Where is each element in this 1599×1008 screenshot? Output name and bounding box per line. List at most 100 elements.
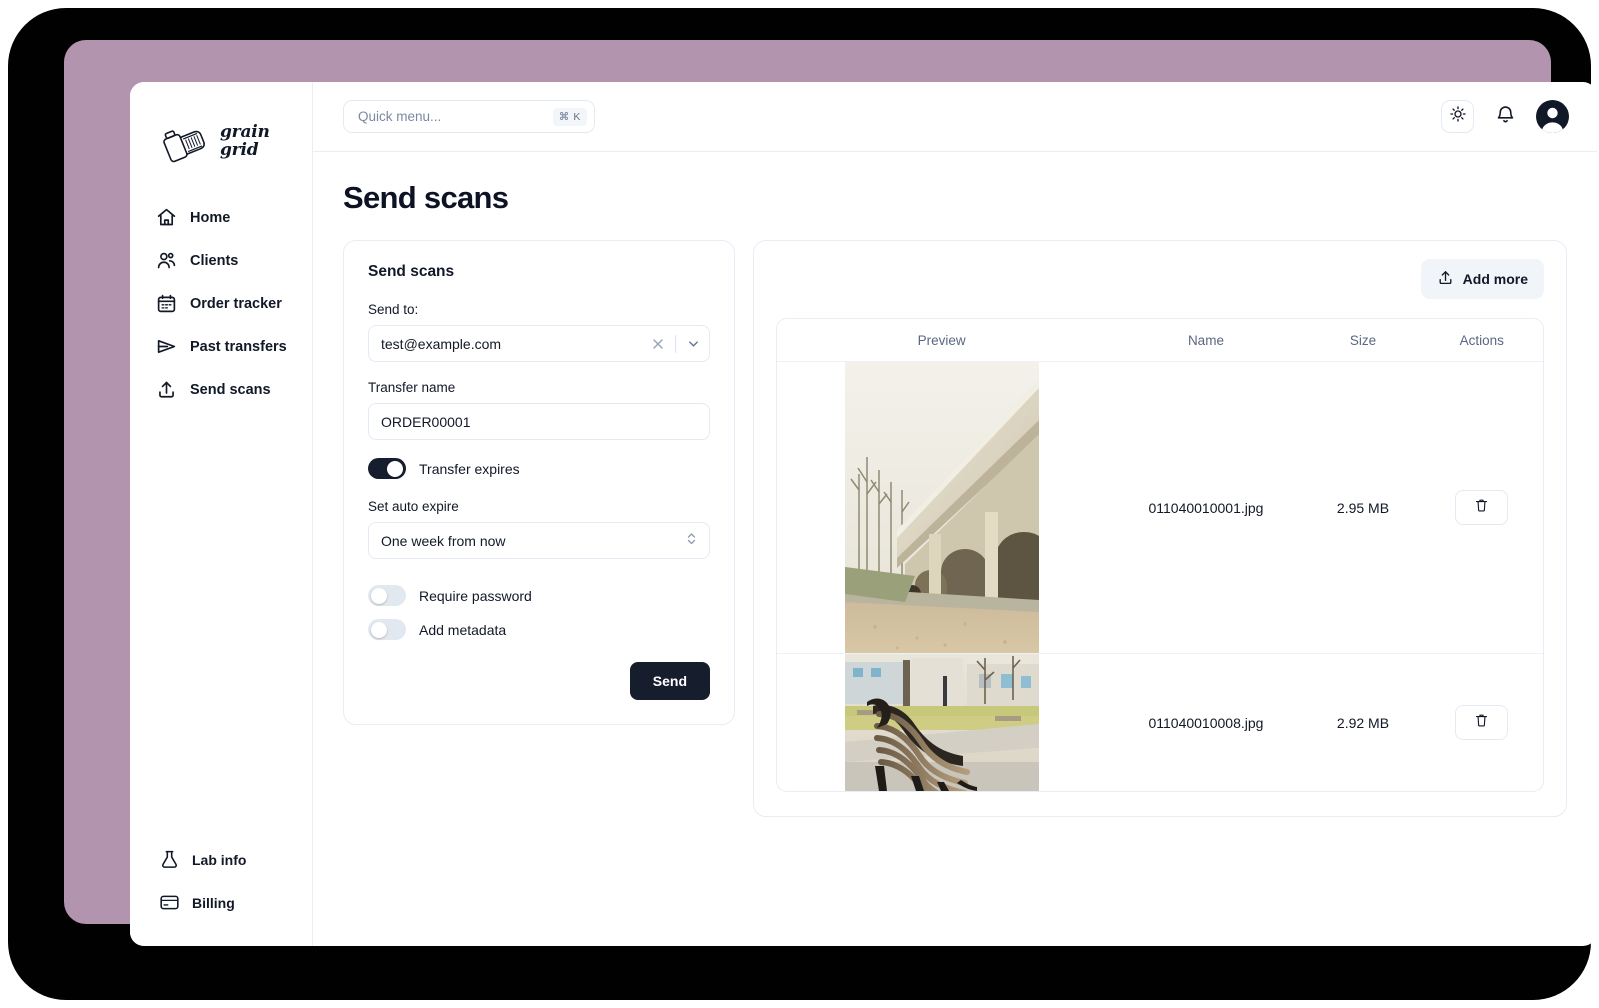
sidebar-item-label: Billing [192,894,235,911]
page-content: Send scans Send scans Send to: test@exam… [313,152,1597,946]
add-more-label: Add more [1462,271,1528,287]
device-bezel: grain grid Home Clients Order tracker Pa… [8,8,1597,1000]
transfer-name-label: Transfer name [368,380,456,395]
files-table-body: 011040010001.jpg 2.95 MB 011040010008.jp… [777,362,1543,791]
field-divider [675,334,676,353]
auto-expire-label: Set auto expire [368,499,459,514]
files-toolbar: Add more [776,259,1544,299]
trash-icon [1474,497,1489,518]
calendar-icon [156,293,177,314]
column-header-name: Name [1106,319,1306,362]
sidebar-item-label: Home [190,209,231,226]
sidebar-nav: Home Clients Order tracker Past transfer… [130,196,312,411]
sidebar-item-label: Order tracker [190,295,282,312]
require-password-toggle[interactable] [368,585,406,606]
main-area: Quick menu... ⌘ K Send scans Send scans … [313,82,1597,946]
user-avatar [1541,107,1564,133]
transfer-expires-row: Transfer expires [368,458,710,479]
sidebar-item-label: Past transfers [190,338,287,355]
brand-name-line2: grid [220,140,259,160]
files-table: Preview Name Size Actions 011040010001.j… [777,319,1543,791]
device-frame-band: grain grid Home Clients Order tracker Pa… [64,40,1597,946]
content-columns: Send scans Send to: test@example.com Tra… [343,240,1567,817]
brand-logo[interactable]: grain grid [130,98,312,178]
send-to-field[interactable]: test@example.com [368,325,710,362]
sidebar-item-label: Lab info [192,851,247,868]
auto-expire-select[interactable]: One week from now [368,522,710,559]
send-plane-icon [156,336,177,357]
file-preview-cell [777,362,1106,654]
film-canister-icon [156,114,214,168]
column-header-preview: Preview [777,319,1107,362]
file-thumbnail[interactable] [844,654,1039,791]
sidebar-item-order-tracker[interactable]: Order tracker [130,282,312,325]
send-to-label: Send to: [368,302,419,317]
chevron-down-icon[interactable] [683,334,703,354]
credit-card-icon [159,892,180,913]
file-actions-cell [1420,362,1543,654]
upload-icon [1437,269,1454,289]
files-table-wrapper: Preview Name Size Actions 011040010001.j… [776,318,1544,792]
transfer-name-value: ORDER00001 [381,413,471,430]
form-actions: Send [368,662,710,700]
app-window: grain grid Home Clients Order tracker Pa… [130,82,1597,946]
topbar-actions [1441,100,1569,133]
brand-name: grain grid [220,123,270,159]
file-size: 2.95 MB [1336,499,1390,516]
table-row: 011040010008.jpg 2.92 MB [777,653,1543,791]
add-metadata-toggle[interactable] [368,619,406,640]
file-name: 011040010001.jpg [1148,499,1264,516]
file-preview-cell [777,653,1107,791]
transfer-expires-label: Transfer expires [419,460,520,477]
form-gap [368,559,710,585]
transfer-expires-toggle[interactable] [368,458,406,479]
send-to-value: test@example.com [381,335,502,352]
bell-icon [1495,104,1516,130]
brand-name-line1: grain [220,122,270,142]
table-row: 011040010001.jpg 2.95 MB [777,362,1543,654]
sidebar-item-send-scans[interactable]: Send scans [130,368,312,411]
search-placeholder: Quick menu... [358,109,442,124]
avatar[interactable] [1536,100,1569,133]
sidebar: grain grid Home Clients Order tracker Pa… [130,82,313,946]
sidebar-item-label: Clients [190,252,239,269]
theme-toggle-button[interactable] [1441,100,1474,133]
sidebar-item-label: Send scans [190,381,271,398]
sidebar-item-lab-info[interactable]: Lab info [130,838,312,881]
file-thumbnail[interactable] [844,362,1039,653]
sun-icon [1449,105,1467,128]
page-title: Send scans [343,180,509,215]
delete-file-button[interactable] [1455,490,1509,525]
file-actions-cell [1420,653,1543,791]
form-title: Send scans [368,263,455,280]
add-more-button[interactable]: Add more [1420,259,1544,299]
column-header-size: Size [1305,319,1421,362]
file-size: 2.92 MB [1305,653,1421,791]
add-metadata-row: Add metadata [368,619,710,640]
sidebar-item-billing[interactable]: Billing [130,881,312,924]
sidebar-item-home[interactable]: Home [130,196,312,239]
upload-icon [156,379,177,400]
delete-file-button[interactable] [1455,705,1509,740]
home-icon [156,207,177,228]
send-button[interactable]: Send [629,662,710,700]
require-password-label: Require password [419,587,532,604]
search-shortcut-badge: ⌘ K [552,107,587,126]
topbar: Quick menu... ⌘ K [313,82,1597,152]
users-icon [156,250,177,271]
table-header-row: Preview Name Size Actions [777,319,1543,362]
add-metadata-label: Add metadata [419,621,507,638]
send-scans-form: Send scans Send to: test@example.com Tra… [343,240,735,725]
close-icon[interactable] [648,334,668,354]
notifications-button[interactable] [1491,102,1519,132]
sidebar-item-past-transfers[interactable]: Past transfers [130,325,312,368]
files-panel: Add more Preview Name Size Actions 01104… [753,240,1567,817]
require-password-row: Require password [368,585,710,606]
files-table-head: Preview Name Size Actions [777,319,1543,362]
transfer-name-field[interactable]: ORDER00001 [368,403,710,440]
sidebar-bottom-nav: Lab info Billing [130,838,312,946]
search-input[interactable]: Quick menu... ⌘ K [343,100,595,133]
trash-icon [1474,712,1489,733]
sidebar-item-clients[interactable]: Clients [130,239,312,282]
